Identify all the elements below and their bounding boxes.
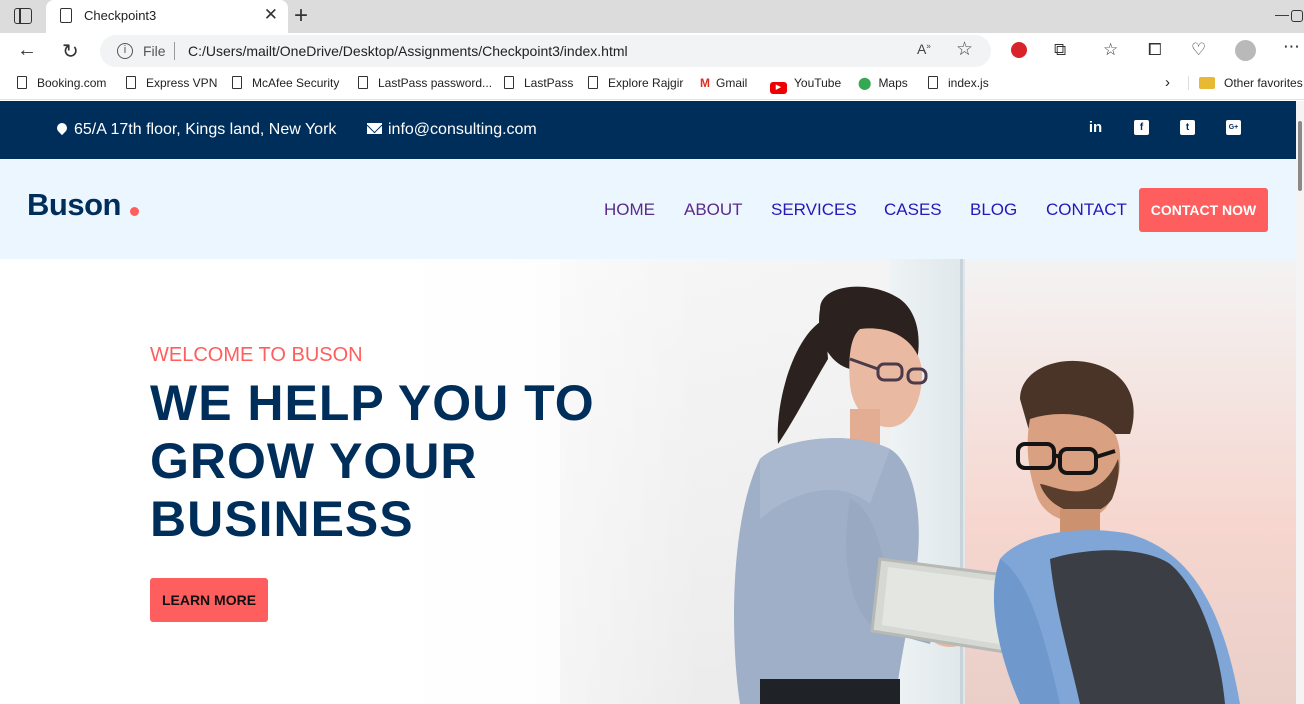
chevron-right-icon[interactable]: › [1165,74,1170,91]
location-pin-icon [54,120,70,136]
browser-tab-active[interactable]: Checkpoint3 ✕ [46,0,288,33]
file-label: File [143,43,166,59]
favorites-list-icon[interactable]: ☆ [1103,40,1118,60]
page-icon [126,76,136,89]
address-bar[interactable]: i File C:/Users/mailt/OneDrive/Desktop/A… [100,35,991,67]
favorite-star-icon[interactable]: ☆ [956,38,973,61]
other-favorites[interactable]: Other favorites [1188,76,1303,90]
bookmark-index-js[interactable]: index.js [928,76,989,90]
hero-headline-line: WE HELP YOU TO [150,375,595,431]
page-scrollbar[interactable] [1296,101,1304,704]
site-header: Buson HOME ABOUT SERVICES CASES BLOG CON… [0,159,1296,259]
tab-title: Checkpoint3 [84,8,157,23]
logo-dot [130,207,139,216]
bookmark-mcafee[interactable]: McAfee Security [232,76,339,90]
extensions-puzzle-icon[interactable]: ⧉ [1054,40,1066,60]
address-info: 65/A 17th floor, Kings land, New York [54,120,336,139]
page-icon [588,76,598,89]
profile-avatar[interactable] [1235,40,1256,61]
adblock-extension-icon[interactable] [1011,42,1027,58]
nav-services[interactable]: SERVICES [771,200,857,220]
folder-icon [1199,77,1215,89]
scrollbar-thumb[interactable] [1298,121,1302,191]
refresh-icon[interactable]: ↻ [62,39,79,64]
bookmark-lastpass[interactable]: LastPass [504,76,573,90]
email-info[interactable]: info@consulting.com [367,121,537,139]
hero-section: WELCOME TO BUSON WE HELP YOU TO GROW YOU… [0,259,1296,704]
contact-now-button[interactable]: CONTACT NOW [1139,188,1268,232]
page-icon [358,76,368,89]
browser-tab-strip: Checkpoint3 ✕ + — [0,0,1304,33]
browser-essentials-icon[interactable]: ♡ [1191,40,1206,60]
envelope-icon [367,123,382,134]
nav-contact[interactable]: CONTACT [1046,200,1127,220]
page-icon [232,76,242,89]
hero-welcome-text: WELCOME TO BUSON [150,344,363,366]
back-arrow-icon[interactable]: ← [17,39,37,62]
man-figure [993,360,1240,704]
maps-icon: ⬤ [858,76,872,90]
page-icon [928,76,938,89]
read-aloud-icon[interactable]: A» [917,41,931,57]
learn-more-button[interactable]: LEARN MORE [150,578,268,622]
nav-blog[interactable]: BLOG [970,200,1017,220]
maximize-window-icon[interactable] [1291,10,1303,22]
info-icon[interactable]: i [117,43,133,59]
twitter-icon[interactable]: t [1180,120,1195,135]
collections-icon[interactable]: ⧠ [1148,40,1162,60]
bookmark-youtube[interactable]: ▶ YouTube [770,76,841,94]
youtube-icon: ▶ [770,82,787,94]
bookmark-booking[interactable]: Booking.com [17,76,106,90]
bookmark-lastpass-password[interactable]: LastPass password... [358,76,492,90]
linkedin-icon[interactable]: in [1088,120,1103,135]
hero-image [734,286,1240,704]
facebook-icon[interactable]: f [1134,120,1149,135]
new-tab-icon[interactable]: + [294,2,308,30]
close-tab-icon[interactable]: ✕ [264,5,278,25]
gmail-icon: M [700,76,710,90]
bookmark-express-vpn[interactable]: Express VPN [126,76,217,90]
url-text[interactable]: C:/Users/mailt/OneDrive/Desktop/Assignme… [188,43,628,59]
bookmark-explore-rajgir[interactable]: Explore Rajgir [588,76,683,90]
more-menu-icon[interactable]: ⋯ [1283,37,1300,57]
page-icon [504,76,514,89]
minimize-window-icon[interactable]: — [1275,6,1289,22]
page-icon [17,76,27,89]
nav-home[interactable]: HOME [604,200,655,220]
nav-cases[interactable]: CASES [884,200,942,220]
google-plus-icon[interactable]: G+ [1226,120,1241,135]
bookmarks-bar: Booking.com Express VPN McAfee Security … [0,69,1304,100]
page-icon [60,8,72,23]
hero-headline: WE HELP YOU TO GROW YOUR BUSINESS [150,374,670,548]
hero-headline-line: BUSINESS [150,491,414,547]
site-logo[interactable]: Buson [27,187,121,223]
bookmark-gmail[interactable]: M Gmail [700,76,747,90]
hero-headline-line: GROW YOUR [150,433,478,489]
nav-about[interactable]: ABOUT [684,200,743,220]
divider [174,42,175,60]
contact-topbar: 65/A 17th floor, Kings land, New York in… [0,101,1296,159]
sidebar-toggle-icon[interactable] [14,8,32,24]
web-page: 65/A 17th floor, Kings land, New York in… [0,101,1296,704]
bookmark-maps[interactable]: ⬤ Maps [858,76,908,90]
